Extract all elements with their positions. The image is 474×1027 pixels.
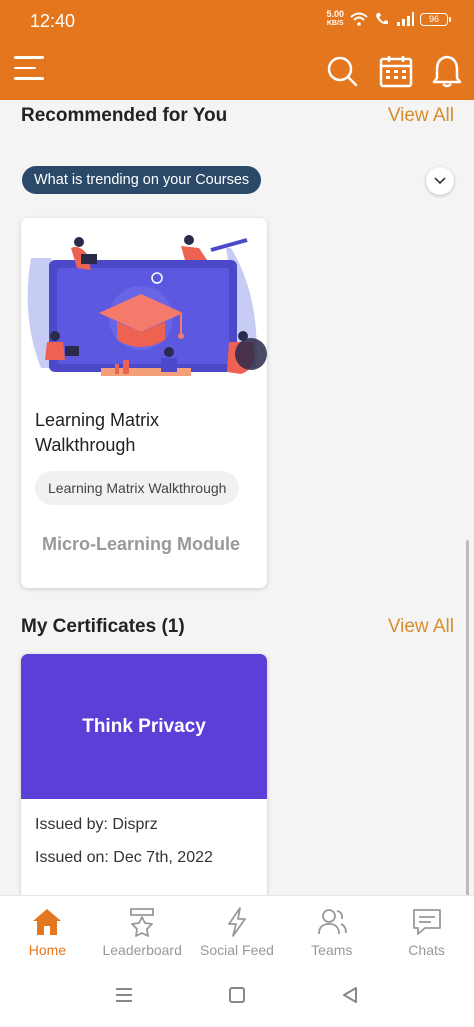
chats-icon [412, 909, 441, 935]
course-tag-chip: Learning Matrix Walkthrough [35, 471, 240, 505]
course-thumbnail-illustration [21, 218, 267, 382]
menu-button[interactable] [14, 56, 44, 86]
certificate-card[interactable]: Think Privacy Issued by: Disprz Issued o… [21, 654, 267, 895]
menu-bar-top [14, 56, 44, 59]
nav-chats[interactable]: Chats [379, 896, 474, 965]
nav-leaderboard-label: Leaderboard [102, 942, 182, 958]
app-screen: 12:40 5.00 KB/S 96 Recommended for You V… [0, 0, 474, 1027]
home-icon [33, 909, 62, 935]
nav-teams-label: Teams [311, 942, 353, 958]
course-card[interactable]: Learning Matrix Walkthrough Learning Mat… [21, 218, 267, 588]
chevron-down-icon [434, 177, 446, 185]
menu-bar-middle [14, 66, 36, 69]
network-speed-value: 5.00 [326, 9, 344, 19]
certificates-section-title: My Certificates (1) [21, 616, 185, 637]
volte-call-icon [376, 13, 388, 25]
recommended-view-all-link[interactable]: View All [388, 105, 454, 127]
calendar-icon[interactable] [379, 54, 413, 88]
teams-icon [317, 909, 347, 935]
signal-icon [397, 12, 414, 26]
menu-bar-bottom [14, 77, 44, 80]
course-type-label: Micro-Learning Module [42, 534, 240, 554]
status-time: 12:40 [30, 11, 76, 31]
recommended-section-title: Recommended for You [21, 105, 228, 126]
search-icon[interactable] [325, 54, 359, 88]
nav-social-feed[interactable]: Social Feed [190, 896, 285, 965]
recent-apps-icon[interactable] [115, 987, 133, 1003]
home-feed[interactable]: Recommended for You View All What is tre… [0, 100, 474, 895]
back-icon[interactable] [341, 987, 359, 1003]
certificate-banner: Think Privacy [21, 654, 267, 799]
system-navigation-bar [0, 965, 474, 1027]
scrollbar[interactable] [466, 540, 469, 895]
wifi-icon [350, 12, 368, 26]
home-button-icon[interactable] [228, 987, 246, 1003]
nav-leaderboard[interactable]: Leaderboard [95, 896, 190, 965]
certificates-view-all-link[interactable]: View All [388, 616, 454, 638]
bottom-navigation: Home Leaderboard Social Feed Teams Chats [0, 895, 474, 965]
status-indicators: 5.00 KB/S 96 [326, 10, 451, 28]
expand-filter-button[interactable] [426, 167, 454, 195]
nav-chats-label: Chats [408, 942, 445, 958]
social-feed-icon [228, 907, 246, 937]
course-title: Learning Matrix Walkthrough [35, 410, 160, 455]
nav-social-feed-label: Social Feed [200, 942, 274, 958]
certificate-issued-by: Issued by: Disprz [35, 816, 158, 833]
trending-filter-pill[interactable]: What is trending on your Courses [22, 166, 262, 194]
certificate-issued-on: Issued on: Dec 7th, 2022 [35, 849, 213, 866]
battery-indicator: 96 [420, 12, 451, 26]
network-speed: 5.00 KB/S [326, 10, 344, 28]
top-app-bar: 12:40 5.00 KB/S 96 [0, 0, 474, 100]
nav-home[interactable]: Home [0, 896, 95, 965]
nav-home-label: Home [28, 942, 67, 958]
bell-icon[interactable] [430, 54, 464, 88]
nav-teams[interactable]: Teams [284, 896, 379, 965]
network-speed-unit: KB/S [326, 20, 344, 27]
leaderboard-icon [130, 908, 155, 937]
